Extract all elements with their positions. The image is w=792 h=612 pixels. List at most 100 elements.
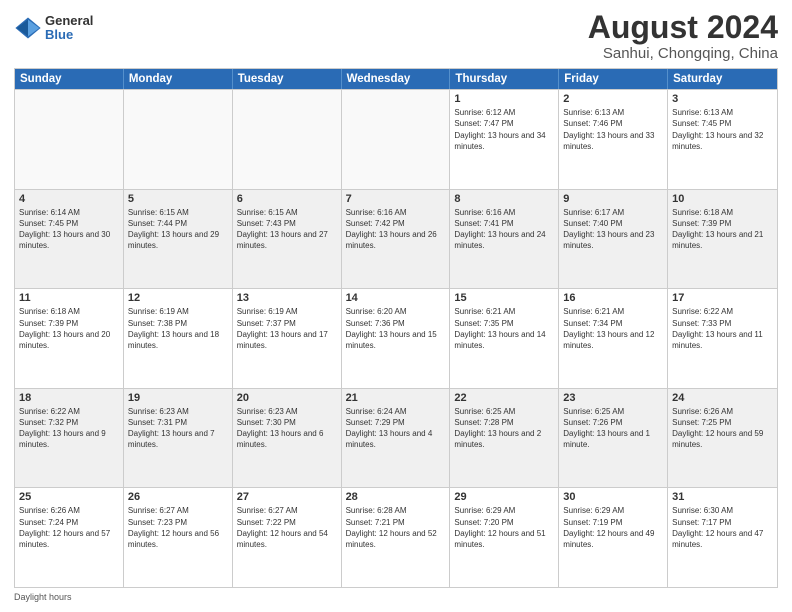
footer: Daylight hours xyxy=(14,592,778,602)
day-number: 7 xyxy=(346,193,446,205)
calendar-body: 1 Sunrise: 6:12 AM Sunset: 7:47 PM Daylig… xyxy=(15,89,777,587)
day-number: 27 xyxy=(237,491,337,503)
day-info: Sunrise: 6:29 AM Sunset: 7:19 PM Dayligh… xyxy=(563,505,663,550)
cal-cell: 4 Sunrise: 6:14 AM Sunset: 7:45 PM Daylig… xyxy=(15,190,124,289)
day-info: Sunrise: 6:22 AM Sunset: 7:32 PM Dayligh… xyxy=(19,406,119,451)
day-number: 29 xyxy=(454,491,554,503)
cal-cell: 21 Sunrise: 6:24 AM Sunset: 7:29 PM Dayli… xyxy=(342,389,451,488)
day-of-week-monday: Monday xyxy=(124,69,233,89)
day-number: 9 xyxy=(563,193,663,205)
week-row-5: 25 Sunrise: 6:26 AM Sunset: 7:24 PM Dayli… xyxy=(15,487,777,587)
cal-cell: 2Sunrise: 6:13 AM Sunset: 7:46 PM Daylig… xyxy=(559,90,668,189)
day-number: 12 xyxy=(128,292,228,304)
day-number: 24 xyxy=(672,392,773,404)
cal-cell: 6 Sunrise: 6:15 AM Sunset: 7:43 PM Daylig… xyxy=(233,190,342,289)
cal-cell xyxy=(233,90,342,189)
week-row-3: 11 Sunrise: 6:18 AM Sunset: 7:39 PM Dayli… xyxy=(15,288,777,388)
cal-cell: 14 Sunrise: 6:20 AM Sunset: 7:36 PM Dayli… xyxy=(342,289,451,388)
cal-cell: 10 Sunrise: 6:18 AM Sunset: 7:39 PM Dayli… xyxy=(668,190,777,289)
day-info: Sunrise: 6:27 AM Sunset: 7:23 PM Dayligh… xyxy=(128,505,228,550)
day-info: Sunrise: 6:15 AM Sunset: 7:44 PM Dayligh… xyxy=(128,207,228,252)
day-number: 18 xyxy=(19,392,119,404)
day-of-week-wednesday: Wednesday xyxy=(342,69,451,89)
day-number: 4 xyxy=(19,193,119,205)
day-info: Sunrise: 6:22 AM Sunset: 7:33 PM Dayligh… xyxy=(672,306,773,351)
cal-cell: 1 Sunrise: 6:12 AM Sunset: 7:47 PM Daylig… xyxy=(450,90,559,189)
logo-general: General xyxy=(45,14,93,28)
day-info: Sunrise: 6:23 AM Sunset: 7:31 PM Dayligh… xyxy=(128,406,228,451)
day-number: 25 xyxy=(19,491,119,503)
day-info: Sunrise: 6:18 AM Sunset: 7:39 PM Dayligh… xyxy=(672,207,773,252)
main-title: August 2024 xyxy=(588,10,778,45)
cal-cell: 8Sunrise: 6:16 AM Sunset: 7:41 PM Daylig… xyxy=(450,190,559,289)
day-info: Sunrise: 6:12 AM Sunset: 7:47 PM Dayligh… xyxy=(454,107,554,152)
cal-cell: 9 Sunrise: 6:17 AM Sunset: 7:40 PM Daylig… xyxy=(559,190,668,289)
cal-cell: 15 Sunrise: 6:21 AM Sunset: 7:35 PM Dayli… xyxy=(450,289,559,388)
cal-cell: 11 Sunrise: 6:18 AM Sunset: 7:39 PM Dayli… xyxy=(15,289,124,388)
day-number: 15 xyxy=(454,292,554,304)
day-info: Sunrise: 6:15 AM Sunset: 7:43 PM Dayligh… xyxy=(237,207,337,252)
day-of-week-tuesday: Tuesday xyxy=(233,69,342,89)
cal-cell: 29 Sunrise: 6:29 AM Sunset: 7:20 PM Dayli… xyxy=(450,488,559,587)
cal-cell: 19 Sunrise: 6:23 AM Sunset: 7:31 PM Dayli… xyxy=(124,389,233,488)
day-info: Sunrise: 6:17 AM Sunset: 7:40 PM Dayligh… xyxy=(563,207,663,252)
day-info: Sunrise: 6:24 AM Sunset: 7:29 PM Dayligh… xyxy=(346,406,446,451)
day-info: Sunrise: 6:19 AM Sunset: 7:38 PM Dayligh… xyxy=(128,306,228,351)
day-info: Sunrise: 6:20 AM Sunset: 7:36 PM Dayligh… xyxy=(346,306,446,351)
day-number: 1 xyxy=(454,93,554,105)
day-info: Sunrise: 6:14 AM Sunset: 7:45 PM Dayligh… xyxy=(19,207,119,252)
day-of-week-saturday: Saturday xyxy=(668,69,777,89)
day-number: 2 xyxy=(563,93,663,105)
day-info: Sunrise: 6:21 AM Sunset: 7:35 PM Dayligh… xyxy=(454,306,554,351)
day-number: 10 xyxy=(672,193,773,205)
cal-cell: 13Sunrise: 6:19 AM Sunset: 7:37 PM Dayli… xyxy=(233,289,342,388)
logo: General Blue xyxy=(14,14,93,43)
title-block: August 2024 Sanhui, Chongqing, China xyxy=(588,10,778,62)
day-info: Sunrise: 6:25 AM Sunset: 7:28 PM Dayligh… xyxy=(454,406,554,451)
day-number: 26 xyxy=(128,491,228,503)
cal-cell: 12 Sunrise: 6:19 AM Sunset: 7:38 PM Dayli… xyxy=(124,289,233,388)
day-number: 5 xyxy=(128,193,228,205)
cal-cell xyxy=(15,90,124,189)
cal-cell: 30Sunrise: 6:29 AM Sunset: 7:19 PM Dayli… xyxy=(559,488,668,587)
day-number: 28 xyxy=(346,491,446,503)
cal-cell: 23 Sunrise: 6:25 AM Sunset: 7:26 PM Dayli… xyxy=(559,389,668,488)
day-info: Sunrise: 6:16 AM Sunset: 7:42 PM Dayligh… xyxy=(346,207,446,252)
cal-cell: 17Sunrise: 6:22 AM Sunset: 7:33 PM Dayli… xyxy=(668,289,777,388)
calendar-header: SundayMondayTuesdayWednesdayThursdayFrid… xyxy=(15,69,777,89)
logo-text: General Blue xyxy=(45,14,93,43)
day-info: Sunrise: 6:29 AM Sunset: 7:20 PM Dayligh… xyxy=(454,505,554,550)
day-info: Sunrise: 6:18 AM Sunset: 7:39 PM Dayligh… xyxy=(19,306,119,351)
day-info: Sunrise: 6:28 AM Sunset: 7:21 PM Dayligh… xyxy=(346,505,446,550)
cal-cell: 5 Sunrise: 6:15 AM Sunset: 7:44 PM Daylig… xyxy=(124,190,233,289)
day-number: 8 xyxy=(454,193,554,205)
day-number: 11 xyxy=(19,292,119,304)
cal-cell: 22 Sunrise: 6:25 AM Sunset: 7:28 PM Dayli… xyxy=(450,389,559,488)
calendar: SundayMondayTuesdayWednesdayThursdayFrid… xyxy=(14,68,778,588)
day-info: Sunrise: 6:25 AM Sunset: 7:26 PM Dayligh… xyxy=(563,406,663,451)
cal-cell: 18 Sunrise: 6:22 AM Sunset: 7:32 PM Dayli… xyxy=(15,389,124,488)
cal-cell xyxy=(124,90,233,189)
day-number: 19 xyxy=(128,392,228,404)
cal-cell: 28 Sunrise: 6:28 AM Sunset: 7:21 PM Dayli… xyxy=(342,488,451,587)
day-number: 22 xyxy=(454,392,554,404)
day-number: 14 xyxy=(346,292,446,304)
day-number: 23 xyxy=(563,392,663,404)
day-number: 6 xyxy=(237,193,337,205)
cal-cell: 3Sunrise: 6:13 AM Sunset: 7:45 PM Daylig… xyxy=(668,90,777,189)
day-info: Sunrise: 6:19 AM Sunset: 7:37 PM Dayligh… xyxy=(237,306,337,351)
daylight-hours-label: Daylight hours xyxy=(14,592,72,602)
day-number: 21 xyxy=(346,392,446,404)
day-info: Sunrise: 6:23 AM Sunset: 7:30 PM Dayligh… xyxy=(237,406,337,451)
day-info: Sunrise: 6:21 AM Sunset: 7:34 PM Dayligh… xyxy=(563,306,663,351)
cal-cell: 24Sunrise: 6:26 AM Sunset: 7:25 PM Dayli… xyxy=(668,389,777,488)
logo-icon xyxy=(14,14,42,42)
day-of-week-thursday: Thursday xyxy=(450,69,559,89)
day-info: Sunrise: 6:26 AM Sunset: 7:24 PM Dayligh… xyxy=(19,505,119,550)
cal-cell: 16 Sunrise: 6:21 AM Sunset: 7:34 PM Dayli… xyxy=(559,289,668,388)
cal-cell xyxy=(342,90,451,189)
week-row-2: 4 Sunrise: 6:14 AM Sunset: 7:45 PM Daylig… xyxy=(15,189,777,289)
day-info: Sunrise: 6:30 AM Sunset: 7:17 PM Dayligh… xyxy=(672,505,773,550)
cal-cell: 25 Sunrise: 6:26 AM Sunset: 7:24 PM Dayli… xyxy=(15,488,124,587)
day-number: 16 xyxy=(563,292,663,304)
